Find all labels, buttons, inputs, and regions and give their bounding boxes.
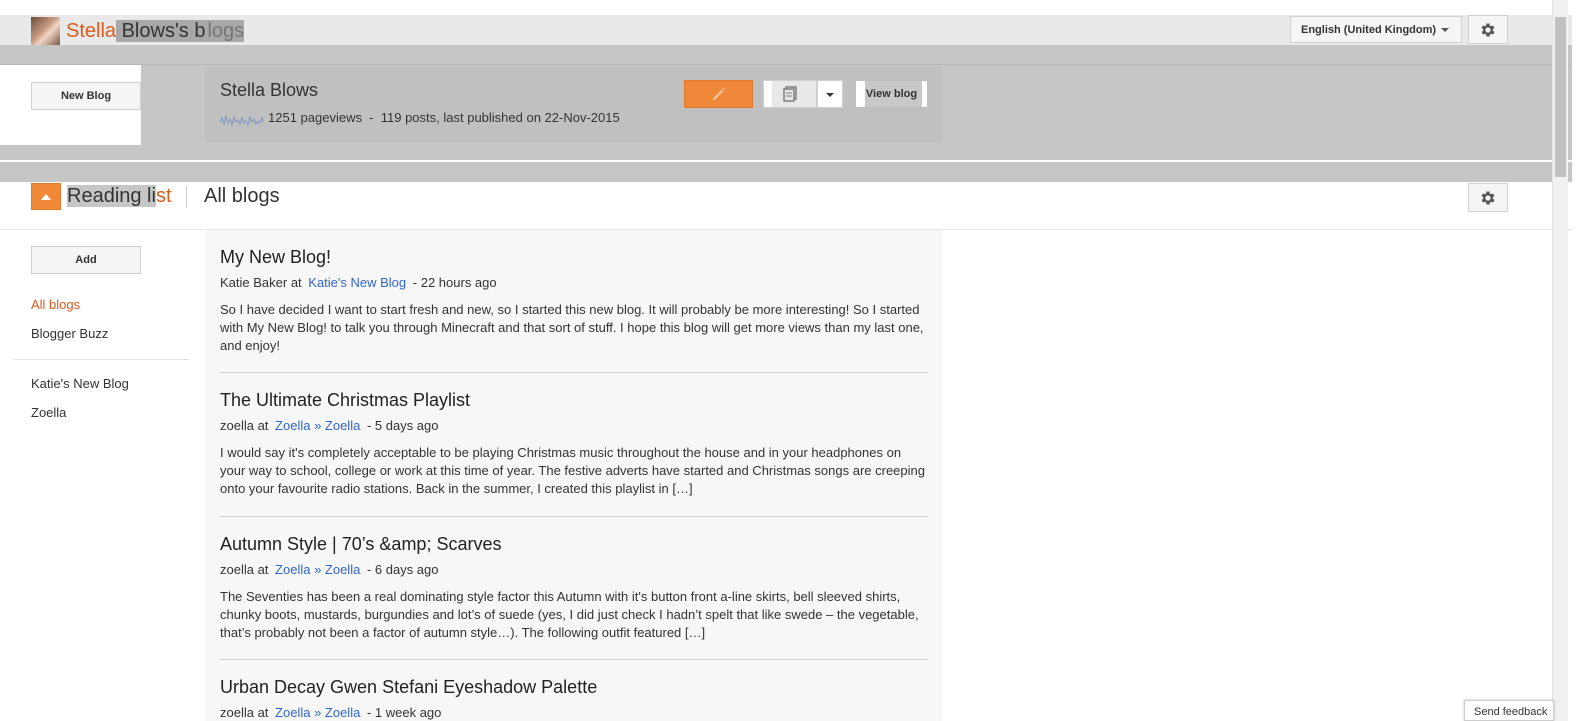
sidebar-item-blogger-buzz[interactable]: Blogger Buzz bbox=[31, 326, 108, 341]
post-blog-link[interactable]: Zoella » Zoella bbox=[272, 562, 363, 577]
post-divider bbox=[220, 516, 928, 517]
button-edge bbox=[922, 81, 927, 107]
dimmed-separator bbox=[0, 162, 1572, 182]
feed-post: The Ultimate Christmas Playlist zoella a… bbox=[220, 389, 928, 498]
gear-icon bbox=[1481, 22, 1495, 37]
pageviews-sparkline bbox=[220, 114, 264, 127]
post-time: - 5 days ago bbox=[366, 418, 439, 433]
post-time: - 1 week ago bbox=[366, 705, 442, 720]
button-edge bbox=[856, 81, 865, 107]
page-scrollbar[interactable] bbox=[1552, 0, 1568, 721]
feed-post: Urban Decay Gwen Stefani Eyeshadow Palet… bbox=[220, 676, 928, 721]
title-separator bbox=[186, 186, 187, 208]
post-author: zoella at bbox=[220, 562, 269, 577]
divider bbox=[0, 64, 1572, 65]
scrollbar-thumb[interactable] bbox=[1555, 17, 1566, 177]
sidebar-item-all-blogs[interactable]: All blogs bbox=[31, 297, 80, 312]
reading-list-settings-button[interactable] bbox=[1468, 183, 1508, 212]
site-title: Stella Blows's b logs bbox=[66, 19, 245, 43]
button-edge bbox=[764, 81, 772, 107]
avatar[interactable] bbox=[31, 17, 60, 45]
triangle-up-icon bbox=[41, 194, 51, 200]
reading-list-title-part: Reading li bbox=[67, 185, 156, 207]
posts-list-button[interactable] bbox=[763, 80, 817, 108]
sidebar-divider bbox=[14, 359, 189, 360]
post-blog-link[interactable]: Zoella » Zoella bbox=[272, 418, 363, 433]
post-meta: zoella at Zoella » Zoella - 5 days ago bbox=[220, 418, 928, 434]
post-meta: Katie Baker at Katie's New Blog - 22 hou… bbox=[220, 275, 928, 291]
new-blog-button[interactable]: New Blog bbox=[31, 82, 141, 110]
post-author: Katie Baker at bbox=[220, 275, 302, 290]
post-title-link[interactable]: The Ultimate Christmas Playlist bbox=[220, 389, 928, 411]
add-blog-button[interactable]: Add bbox=[31, 246, 141, 274]
post-title-link[interactable]: Urban Decay Gwen Stefani Eyeshadow Palet… bbox=[220, 676, 928, 698]
reading-list-title: Reading list bbox=[67, 184, 172, 208]
chevron-down-icon bbox=[1441, 28, 1449, 32]
post-author: zoella at bbox=[220, 705, 269, 720]
post-divider bbox=[220, 372, 928, 373]
post-blog-link[interactable]: Katie's New Blog bbox=[305, 275, 409, 290]
post-meta: zoella at Zoella » Zoella - 1 week ago bbox=[220, 705, 928, 721]
view-blog-button[interactable]: View blog bbox=[855, 80, 928, 108]
chevron-down-icon bbox=[826, 93, 834, 97]
post-snippet: So I have decided I want to start fresh … bbox=[220, 302, 924, 353]
post-blog-link[interactable]: Zoella » Zoella bbox=[272, 705, 363, 720]
site-title-faded: logs bbox=[207, 20, 245, 42]
new-post-button[interactable] bbox=[684, 80, 753, 108]
post-author: zoella at bbox=[220, 418, 269, 433]
post-time: - 22 hours ago bbox=[412, 275, 497, 290]
feed-post: My New Blog! Katie Baker at Katie's New … bbox=[220, 246, 928, 355]
sidebar-item-zoella[interactable]: Zoella bbox=[31, 405, 66, 420]
reading-list-feed: My New Blog! Katie Baker at Katie's New … bbox=[205, 230, 942, 721]
site-title-rest: Blows's b bbox=[116, 20, 208, 42]
site-title-accent: Stella bbox=[66, 20, 117, 42]
settings-button[interactable] bbox=[1468, 15, 1508, 44]
view-blog-label: View blog bbox=[865, 88, 918, 100]
post-snippet: I would say it's completely acceptable t… bbox=[220, 445, 925, 496]
post-meta: zoella at Zoella » Zoella - 6 days ago bbox=[220, 562, 928, 578]
reading-list-title-part: st bbox=[155, 185, 172, 207]
blog-name-link[interactable]: Stella Blows bbox=[220, 80, 318, 101]
gear-icon bbox=[1481, 190, 1495, 205]
post-snippet: The Seventies has been a real dominating… bbox=[220, 589, 919, 640]
language-select[interactable]: English (United Kingdom) bbox=[1290, 16, 1462, 43]
send-feedback-button[interactable]: Send feedback bbox=[1464, 700, 1554, 721]
post-title-link[interactable]: My New Blog! bbox=[220, 246, 928, 268]
reading-list-filter: All blogs bbox=[204, 185, 280, 207]
post-time: - 6 days ago bbox=[366, 562, 439, 577]
post-divider bbox=[220, 659, 928, 660]
language-select-label: English (United Kingdom) bbox=[1301, 23, 1437, 36]
top-strip bbox=[0, 0, 1586, 15]
pencil-icon bbox=[712, 88, 725, 100]
more-options-dropdown[interactable] bbox=[817, 80, 843, 108]
document-icon bbox=[783, 86, 797, 102]
blog-stats: 1251 pageviews - 119 posts, last publish… bbox=[268, 110, 620, 125]
collapse-reading-list-button[interactable] bbox=[31, 183, 61, 210]
post-title-link[interactable]: Autumn Style | 70’s &amp; Scarves bbox=[220, 533, 928, 555]
sidebar-item-katies-new-blog[interactable]: Katie's New Blog bbox=[31, 376, 129, 391]
feed-post: Autumn Style | 70’s &amp; Scarves zoella… bbox=[220, 533, 928, 642]
